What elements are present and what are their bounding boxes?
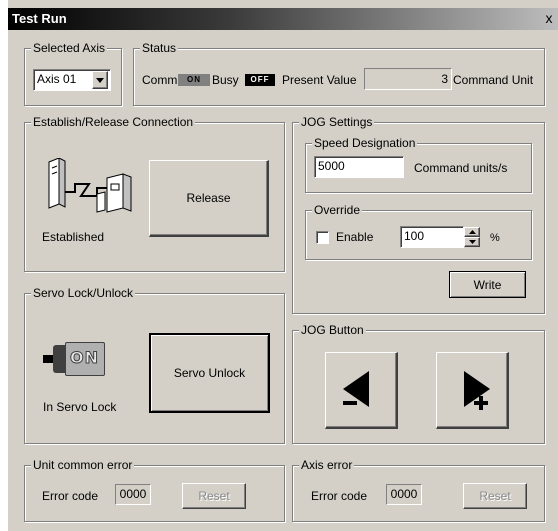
- axis-error-group: Axis error Error code 0000 Reset: [292, 458, 545, 522]
- axis-error-code: 0000: [386, 484, 422, 505]
- selected-axis-group: Selected Axis Axis 01: [24, 41, 122, 106]
- unit-error-code-label: Error code: [42, 489, 99, 503]
- arrow-left-minus-icon: [343, 371, 369, 407]
- spin-up-icon[interactable]: [464, 227, 480, 237]
- speed-input[interactable]: 5000: [314, 156, 404, 178]
- selected-axis-legend: Selected Axis: [31, 41, 108, 55]
- busy-lamp: OFF: [245, 74, 275, 86]
- axis-select-value: Axis 01: [37, 72, 77, 86]
- axis-select[interactable]: Axis 01: [33, 69, 111, 91]
- speed-unit: Command units/s: [414, 161, 508, 175]
- servo-unlock-button[interactable]: Servo Unlock: [149, 333, 270, 413]
- jog-settings-group: JOG Settings Speed Designation 5000 Comm…: [292, 115, 545, 314]
- unit-error-code: 0000: [115, 484, 151, 505]
- connection-state: Established: [42, 230, 105, 244]
- spin-down-icon[interactable]: [464, 237, 480, 247]
- servo-state: In Servo Lock: [43, 400, 117, 414]
- override-legend: Override: [312, 203, 363, 217]
- title-bar: Test Run x: [8, 8, 558, 30]
- command-unit-label: Command Unit: [453, 73, 534, 87]
- jog-button-legend: JOG Button: [299, 323, 366, 337]
- comm-label: Comm: [142, 73, 178, 87]
- jog-button-group: JOG Button: [292, 323, 545, 444]
- servo-group: Servo Lock/Unlock ON In Servo Lock Servo…: [24, 286, 285, 444]
- close-button[interactable]: x: [542, 11, 556, 26]
- jog-plus-button[interactable]: [436, 352, 509, 429]
- override-spinner[interactable]: [464, 227, 480, 247]
- test-run-window: Test Run x Selected Axis Axis 01 Status …: [8, 0, 558, 531]
- speed-group: Speed Designation 5000 Command units/s: [305, 136, 532, 193]
- override-group: Override Enable 100 %: [305, 203, 532, 260]
- override-unit: %: [490, 232, 500, 244]
- connection-legend: Establish/Release Connection: [31, 115, 196, 129]
- unit-error-group: Unit common error Error code 0000 Reset: [24, 458, 285, 522]
- jog-settings-legend: JOG Settings: [299, 115, 375, 129]
- chevron-down-icon[interactable]: [92, 71, 108, 89]
- busy-label: Busy: [212, 73, 239, 87]
- axis-error-code-label: Error code: [311, 489, 368, 503]
- jog-minus-button[interactable]: [325, 352, 398, 429]
- connection-icon: [48, 158, 132, 213]
- axis-error-legend: Axis error: [299, 458, 355, 472]
- window-title: Test Run: [12, 11, 67, 26]
- status-group: Status Comm ON Busy OFF Present Value 3 …: [133, 41, 545, 106]
- present-value-field: 3: [364, 68, 452, 90]
- write-button[interactable]: Write: [449, 271, 526, 298]
- connection-group: Establish/Release Connection Established…: [24, 115, 285, 272]
- speed-legend: Speed Designation: [312, 136, 418, 150]
- override-input[interactable]: 100: [400, 226, 464, 248]
- enable-label: Enable: [336, 230, 374, 244]
- servo-icon-text: ON: [70, 348, 99, 368]
- servo-on-icon: ON: [43, 342, 109, 376]
- arrow-right-plus-icon: [464, 371, 490, 410]
- status-legend: Status: [140, 41, 179, 55]
- unit-error-reset-button[interactable]: Reset: [182, 483, 246, 509]
- release-button[interactable]: Release: [149, 160, 269, 237]
- present-value: 3: [441, 72, 448, 86]
- present-value-label: Present Value: [282, 73, 357, 87]
- unit-error-legend: Unit common error: [31, 458, 135, 472]
- axis-error-reset-button[interactable]: Reset: [463, 483, 527, 509]
- servo-legend: Servo Lock/Unlock: [31, 286, 136, 300]
- comm-lamp: ON: [178, 74, 210, 86]
- enable-checkbox[interactable]: [316, 231, 329, 244]
